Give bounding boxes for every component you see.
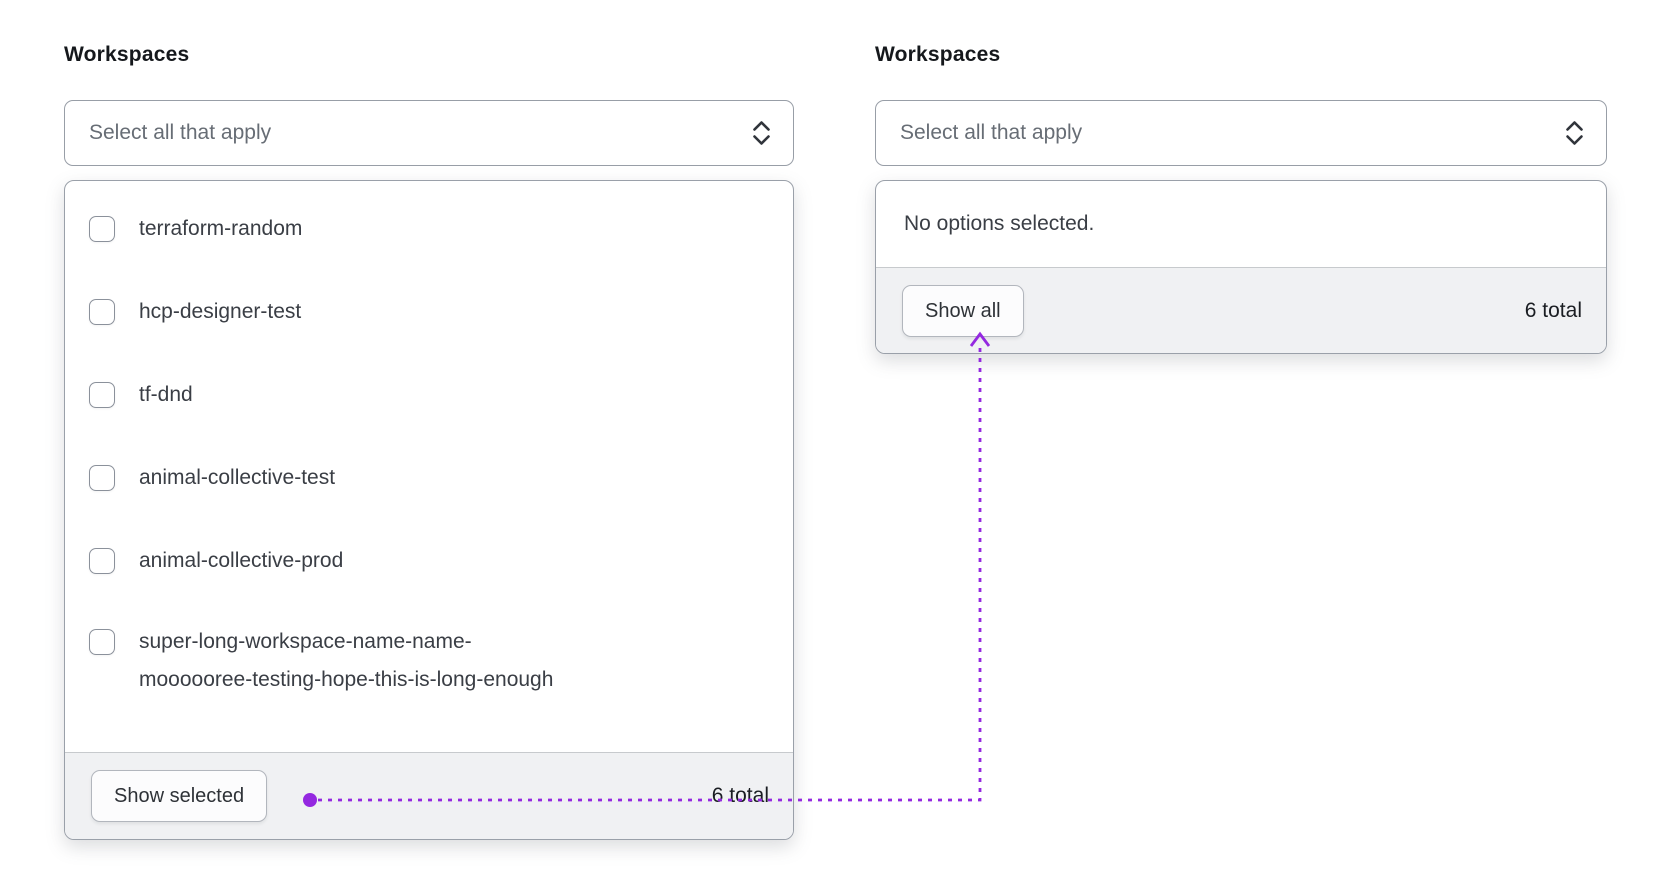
show-all-button[interactable]: Show all xyxy=(902,284,1024,337)
option-row[interactable]: super-long-workspace-name-name- mooooore… xyxy=(89,602,769,699)
option-label-line-1: super-long-workspace-name-name- xyxy=(139,630,472,653)
workspaces-select-trigger[interactable]: Select all that apply xyxy=(64,100,794,166)
option-row[interactable]: tf-dnd xyxy=(89,353,769,436)
option-row[interactable]: animal-collective-test xyxy=(89,436,769,519)
option-checkbox[interactable] xyxy=(89,215,115,242)
option-label: hcp-designer-test xyxy=(139,299,302,323)
option-row[interactable]: terraform-random xyxy=(89,187,769,270)
option-list: terraform-random hcp-designer-test tf-dn… xyxy=(65,181,793,752)
option-checkbox[interactable] xyxy=(89,547,115,574)
workspaces-field-label: Workspaces xyxy=(64,43,190,66)
selected-options-panel: No options selected. Show all 6 total xyxy=(875,180,1607,354)
select-placeholder: Select all that apply xyxy=(900,121,1083,144)
page: Workspaces Select all that apply terrafo… xyxy=(0,0,1672,892)
workspaces-select-trigger[interactable]: Select all that apply xyxy=(875,100,1607,166)
option-label-line-2: moooooree-testing-hope-this-is-long-enou… xyxy=(139,668,554,691)
show-selected-button[interactable]: Show selected xyxy=(91,770,268,822)
option-checkbox[interactable] xyxy=(89,464,115,491)
workspaces-field-label: Workspaces xyxy=(875,43,1001,66)
option-label: animal-collective-prod xyxy=(139,548,344,572)
option-label: tf-dnd xyxy=(139,382,193,406)
total-count: 6 total xyxy=(1524,298,1582,322)
option-label: animal-collective-test xyxy=(139,465,336,489)
total-count: 6 total xyxy=(711,784,769,807)
options-listbox: terraform-random hcp-designer-test tf-dn… xyxy=(64,180,794,840)
option-checkbox[interactable] xyxy=(89,298,115,325)
workspaces-multiselect-empty: Workspaces Select all that apply No opti… xyxy=(875,42,1607,354)
listbox-footer: Show selected 6 total xyxy=(65,752,793,839)
workspaces-multiselect-open: Workspaces Select all that apply terrafo… xyxy=(64,42,794,840)
panel-footer: Show all 6 total xyxy=(876,267,1606,353)
option-label: super-long-workspace-name-name- mooooore… xyxy=(139,623,553,699)
option-row[interactable]: animal-collective-prod xyxy=(89,519,769,602)
option-row[interactable]: hcp-designer-test xyxy=(89,270,769,353)
empty-state-message: No options selected. xyxy=(904,212,1095,235)
chevron-up-down-icon xyxy=(753,121,770,145)
option-checkbox[interactable] xyxy=(89,381,115,408)
empty-state-row: No options selected. xyxy=(876,181,1606,267)
select-placeholder: Select all that apply xyxy=(89,121,272,144)
option-label: terraform-random xyxy=(139,216,303,240)
option-checkbox[interactable] xyxy=(89,629,115,655)
chevron-up-down-icon xyxy=(1566,121,1583,145)
